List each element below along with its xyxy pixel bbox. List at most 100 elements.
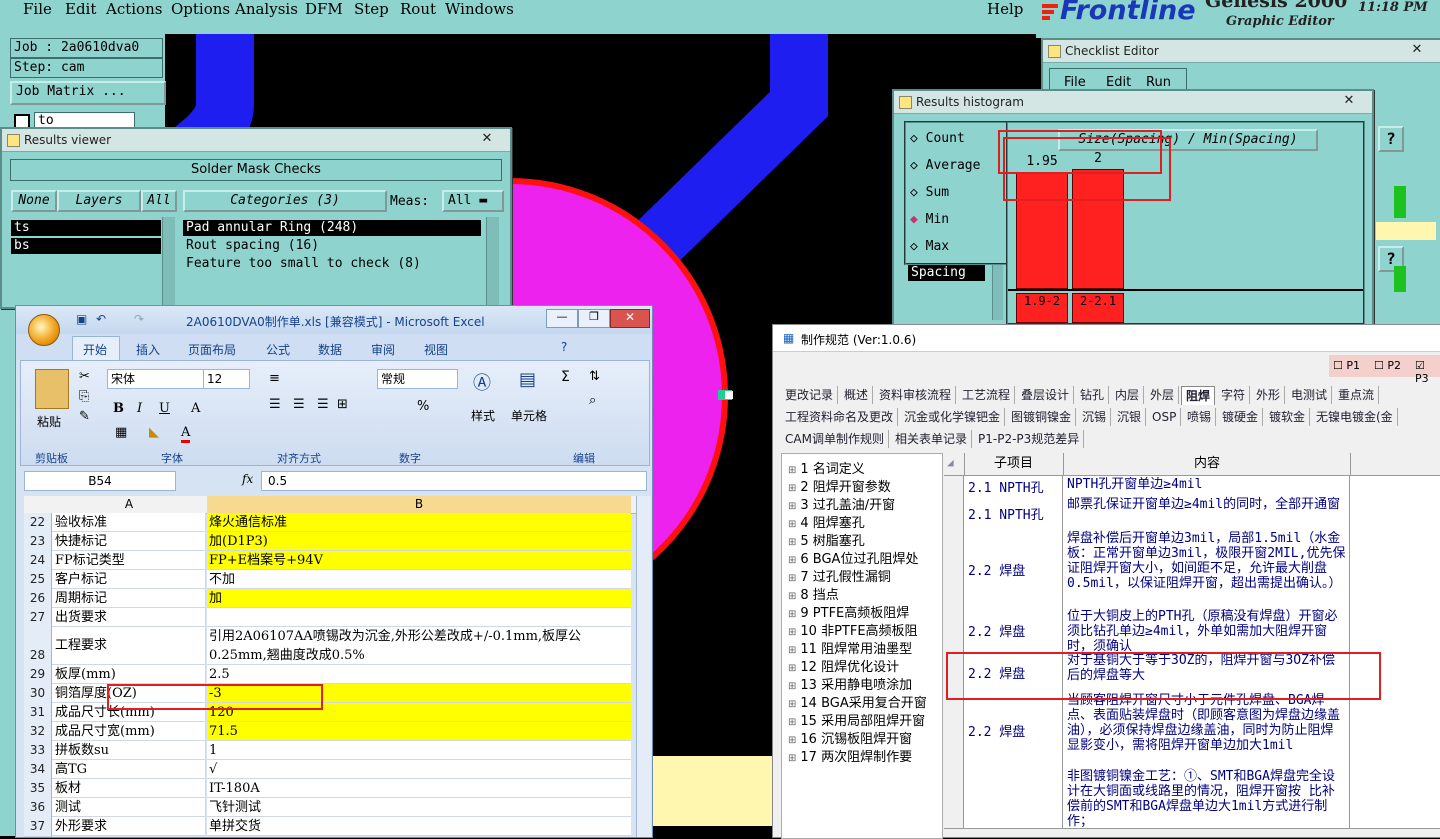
expand-icon[interactable]: ⊞ — [788, 483, 796, 494]
font-color-icon[interactable]: A — [181, 425, 191, 443]
meas-dropdown[interactable]: All ▬ — [442, 190, 504, 212]
close-icon[interactable]: ✕ — [1336, 93, 1362, 109]
checklist-menu-edit[interactable]: Edit — [1106, 75, 1131, 90]
expand-icon[interactable]: ⊞ — [788, 663, 796, 674]
spec-tab[interactable]: 资料审核流程 — [875, 386, 957, 404]
styles-label[interactable]: 样式 — [471, 407, 495, 424]
spec-tab[interactable]: 镀软金 — [1265, 408, 1311, 426]
spec-tab[interactable]: 沉金或化学镍钯金 — [900, 408, 1006, 426]
redo-icon[interactable]: ↷ — [134, 312, 144, 326]
cell-a[interactable]: 板材 — [52, 779, 206, 798]
spec-tab[interactable]: 相关表单记录 — [891, 430, 973, 448]
row-selector[interactable] — [944, 496, 964, 530]
tree-item[interactable]: ⊞ 14 BGA采用复合开窗 — [788, 692, 927, 711]
restore-icon[interactable]: ❐ — [578, 309, 610, 328]
row-number[interactable]: 32 — [24, 722, 52, 742]
expand-icon[interactable]: ⊞ — [788, 465, 796, 476]
tree-item[interactable]: ⊞ 12 阻焊优化设计 — [788, 656, 899, 675]
row-number[interactable]: 26 — [24, 589, 52, 609]
categories-list[interactable]: Pad annular Ring (248) Rout spacing (16)… — [183, 217, 481, 305]
expand-icon[interactable]: ⊞ — [788, 699, 796, 710]
row-number[interactable]: 22 — [24, 513, 52, 533]
expand-icon[interactable]: ⊞ — [788, 501, 796, 512]
cell-a[interactable]: 测试 — [52, 798, 206, 817]
row-number[interactable]: 36 — [24, 798, 52, 818]
option-count[interactable]: ◇ Count — [910, 131, 965, 146]
category-item[interactable]: Feature too small to check (8) — [183, 256, 481, 272]
checklist-menu-file[interactable]: File — [1064, 75, 1086, 90]
vertical-scrollbar[interactable] — [636, 496, 651, 837]
row-selector[interactable] — [944, 768, 964, 828]
expand-icon[interactable]: ⊞ — [788, 609, 796, 620]
office-button[interactable] — [28, 314, 60, 346]
menu-windows[interactable]: Windows — [445, 0, 514, 18]
cell-b[interactable] — [207, 608, 631, 627]
expand-icon[interactable]: ⊞ — [788, 753, 796, 764]
spec-tab[interactable]: 叠层设计 — [1017, 386, 1075, 404]
cell-a[interactable]: 拼板数su — [52, 741, 206, 760]
copy-icon[interactable]: ⎘ — [79, 389, 89, 404]
spec-tab[interactable]: 概述 — [840, 386, 874, 404]
cells-label[interactable]: 单元格 — [511, 407, 547, 424]
cell-b[interactable]: 1 — [207, 741, 631, 760]
tree-item[interactable]: ⊞ 13 采用静电喷涂加 — [788, 674, 912, 693]
row-number[interactable]: 37 — [24, 817, 52, 837]
font-name-select[interactable]: 宋体 — [107, 369, 204, 389]
help-icon[interactable]: ? — [1378, 126, 1404, 152]
tree-item[interactable]: ⊞ 3 过孔盖油/开窗 — [788, 494, 895, 513]
cell-a[interactable]: 工程要求 — [52, 627, 206, 665]
cell-b[interactable]: 2.5 — [207, 665, 631, 684]
table-row[interactable]: 2.2 焊盘 当顾客阻焊开窗尺寸小于元件孔焊盘、BGA焊点、表面贴装焊盘时（即顾客… — [944, 692, 1440, 769]
borders-icon[interactable]: ▦ — [115, 425, 127, 440]
tab-view[interactable]: 视图 — [424, 341, 448, 358]
table-row[interactable]: 2.1 NPTH孔 NPTH孔开窗单边≥4mil — [944, 476, 1440, 497]
grow-font-icon[interactable]: A — [191, 401, 200, 416]
menu-step[interactable]: Step — [354, 0, 389, 18]
spec-tab[interactable]: 钻孔 — [1076, 386, 1110, 404]
styles-icon[interactable]: Ⓐ — [473, 369, 491, 395]
column-a-header[interactable]: A — [52, 496, 206, 513]
option-average[interactable]: ◇ Average — [910, 158, 980, 173]
cell-a[interactable]: 板厚(mm) — [52, 665, 206, 684]
paste-icon[interactable] — [35, 369, 69, 409]
expand-icon[interactable]: ⊞ — [788, 537, 796, 548]
menu-rout[interactable]: Rout — [400, 0, 436, 18]
table-row[interactable]: 2.1 NPTH孔 邮票孔保证开窗单边≥4mil的同时，全部开通窗 — [944, 496, 1440, 531]
paste-label[interactable]: 粘贴 — [37, 413, 61, 430]
layers-scrollbar[interactable] — [162, 217, 175, 305]
menu-file[interactable]: File — [23, 0, 52, 18]
cell-a[interactable]: 客户标记 — [52, 570, 206, 589]
menu-edit[interactable]: Edit — [65, 0, 96, 18]
spec-tab[interactable]: 沉银 — [1113, 408, 1147, 426]
cell-b[interactable]: 单拼交货 — [207, 817, 631, 836]
tree-item[interactable]: ⊞ 7 过孔假性漏铜 — [788, 566, 891, 585]
menu-options[interactable]: Options — [171, 0, 230, 18]
cell-a[interactable]: 出货要求 — [52, 608, 206, 627]
tab-page-layout[interactable]: 页面布局 — [188, 341, 236, 358]
spec-tab[interactable]: 喷锡 — [1183, 408, 1217, 426]
autosum-icon[interactable]: Σ — [561, 369, 570, 385]
number-format-select[interactable]: 常规 — [377, 369, 458, 389]
menu-help[interactable]: Help — [987, 0, 1023, 18]
job-matrix-button[interactable]: Job Matrix ... — [10, 81, 166, 105]
p3-checkbox[interactable]: ☑ P3 — [1415, 359, 1440, 385]
row-number[interactable]: 23 — [24, 532, 52, 552]
cell-b[interactable]: 引用2A06107AA喷锡改为沉金,外形公差改成+/-0.1mm,板厚公 0.25… — [207, 627, 631, 665]
spec-tree[interactable]: ⊞ 1 名词定义 ⊞ 2 阻焊开窗参数 ⊞ 3 过孔盖油/开窗 ⊞ 4 阻焊塞孔 ⊞ 5 树脂塞孔… — [781, 453, 943, 839]
align-center-icon[interactable]: ☰ — [293, 397, 305, 412]
tree-item[interactable]: ⊞ 10 非PTFE高频板阻 — [788, 620, 918, 639]
tree-item[interactable]: ⊞ 1 名词定义 — [788, 458, 865, 477]
menu-analysis[interactable]: Analysis — [235, 0, 298, 18]
italic-icon[interactable]: I — [137, 401, 142, 416]
all-button[interactable]: All — [141, 190, 177, 212]
cell-b[interactable]: 飞针测试 — [207, 798, 631, 817]
name-box[interactable]: B54 — [24, 471, 176, 491]
undo-icon[interactable]: ↶ — [96, 312, 106, 326]
spec-tab[interactable]: 镀硬金 — [1218, 408, 1264, 426]
expand-icon[interactable]: ⊞ — [788, 555, 796, 566]
layer-item[interactable]: bs — [11, 238, 161, 254]
cut-icon[interactable]: ✂ — [79, 369, 90, 384]
expand-icon[interactable]: ⊞ — [788, 645, 796, 656]
tree-item[interactable]: ⊞ 6 BGA位过孔阻焊处 — [788, 548, 918, 567]
close-icon[interactable]: ✕ — [610, 309, 650, 328]
